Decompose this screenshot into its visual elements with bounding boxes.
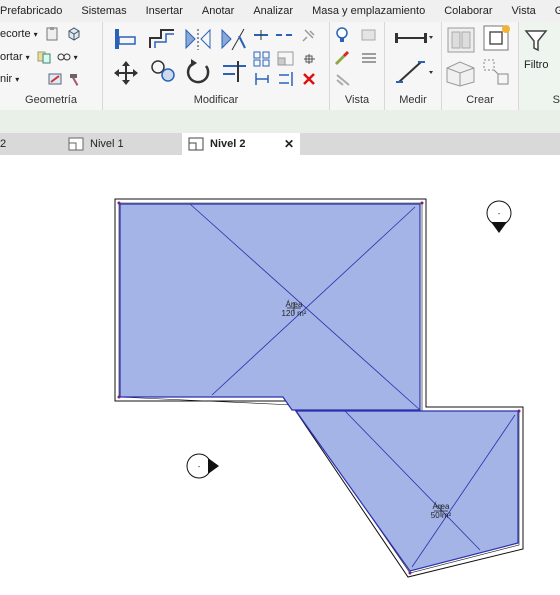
group-vista: Vista: [330, 22, 385, 110]
dropdown-arrow-icon: ▾: [33, 29, 38, 39]
override-icon[interactable]: [334, 71, 352, 89]
offset-icon[interactable]: [147, 26, 177, 52]
menu-prefabricado[interactable]: Prefabricado: [0, 5, 62, 17]
options-bar: [0, 110, 560, 134]
rotate-icon[interactable]: [185, 58, 213, 86]
group-medir: Medir: [385, 22, 442, 110]
filter-icon[interactable]: [523, 28, 549, 54]
area-tag-1-name: Área: [286, 300, 303, 309]
scale-icon[interactable]: [277, 51, 295, 67]
unir-tool[interactable]: nir ▾: [0, 71, 83, 87]
area-tag-2-value: 50 m²: [431, 511, 452, 520]
cube-icon: [68, 27, 80, 41]
area-region-1[interactable]: [119, 203, 421, 411]
group-crear: Crear: [442, 22, 519, 110]
measure-distance-icon[interactable]: [393, 30, 433, 46]
cortar-label: ortar: [0, 51, 23, 63]
tab-nivel-2[interactable]: Nivel 2 ✕: [182, 133, 300, 155]
tab-nivel-1[interactable]: Nivel 1: [62, 133, 180, 155]
mirror-axis-icon[interactable]: [183, 26, 213, 52]
unpin-icon[interactable]: [301, 51, 319, 67]
delete-icon[interactable]: [301, 71, 319, 87]
tab-partial-label: 2: [0, 138, 7, 150]
dropdown-arrow-icon: ▾: [73, 52, 78, 62]
create-part-icon[interactable]: [482, 24, 512, 54]
area-tag-2[interactable]: Área 50 m²: [431, 502, 452, 520]
cortar-tool[interactable]: ortar ▾ ▾: [0, 49, 78, 65]
align-icon[interactable]: [111, 26, 141, 52]
corner-grip[interactable]: [408, 571, 412, 575]
recortar-label: ecorte: [0, 28, 31, 40]
group-label-crear: Crear: [466, 94, 494, 106]
dropdown-arrow-icon: ▾: [15, 74, 20, 84]
create-group-icon[interactable]: [446, 26, 476, 54]
drawing-canvas[interactable]: Área 120 m² Área 50 m² - -: [0, 155, 560, 590]
array-icon[interactable]: [253, 51, 271, 67]
filter-label[interactable]: Filtro: [524, 59, 548, 71]
trim-extend-icon[interactable]: [220, 58, 250, 84]
plan-view[interactable]: Área 120 m² Área 50 m² - -: [0, 155, 560, 590]
group-modificar: Modificar: [103, 22, 330, 110]
tab-partial[interactable]: 2: [0, 133, 60, 155]
unir-label: nir: [0, 73, 13, 85]
split-icon[interactable]: [253, 28, 269, 42]
join-icon: [37, 51, 51, 64]
hide-element-icon[interactable]: [360, 26, 378, 44]
menu-bar: Prefabricado Sistemas Insertar Anotar An…: [0, 0, 560, 22]
area-tag-1-value: 120 m²: [282, 309, 307, 318]
area-tag-2-name: Área: [433, 502, 450, 511]
menu-analizar[interactable]: Analizar: [253, 5, 293, 17]
copy-icon[interactable]: [149, 58, 177, 84]
dimension-icon[interactable]: [393, 60, 433, 86]
menu-anotar[interactable]: Anotar: [202, 5, 234, 17]
hammer-icon: [70, 74, 79, 86]
menu-colaborar[interactable]: Colaborar: [444, 5, 492, 17]
corner-grip[interactable]: [117, 395, 121, 399]
menu-insertar[interactable]: Insertar: [146, 5, 183, 17]
group-label-vista: Vista: [344, 94, 370, 106]
paint-icon: [48, 73, 62, 85]
trim-multiple-icon[interactable]: [253, 71, 271, 87]
tab-nivel-2-label: Nivel 2: [210, 138, 246, 150]
split-gap-icon[interactable]: [275, 28, 293, 42]
view-tabs: 2 Nivel 1 Nivel 2 ✕: [0, 133, 560, 156]
floor-plan-icon: [68, 137, 84, 151]
paintbrush-icon[interactable]: [334, 49, 352, 67]
dropdown-arrow-icon: ▾: [25, 52, 30, 62]
menu-sistemas[interactable]: Sistemas: [81, 5, 126, 17]
area-region-2[interactable]: [294, 410, 519, 572]
similar-icon[interactable]: [482, 58, 512, 88]
corner-grip[interactable]: [420, 201, 424, 205]
group-label-medir: Medir: [399, 94, 427, 106]
recortar-tool[interactable]: ecorte ▾: [0, 26, 82, 42]
corner-grip[interactable]: [117, 201, 121, 205]
extend-multiple-icon[interactable]: [277, 71, 295, 87]
lightbulb-icon[interactable]: [334, 26, 352, 44]
move-icon[interactable]: [113, 60, 139, 86]
group-label-geometria: Geometría: [25, 94, 77, 106]
group-label-modificar: Modificar: [193, 94, 239, 106]
tab-nivel-1-label: Nivel 1: [90, 138, 124, 150]
menu-vista[interactable]: Vista: [512, 5, 536, 17]
group-geometria: ecorte ▾ ortar ▾ ▾ nir ▾ Geometría: [0, 22, 103, 110]
corner-grip[interactable]: [517, 409, 521, 413]
ribbon: ecorte ▾ ortar ▾ ▾ nir ▾ Geometría Modif…: [0, 22, 560, 111]
group-label-next: S: [552, 94, 560, 106]
paste-icon: [46, 27, 58, 41]
link-icon: [57, 53, 71, 61]
pin-icon[interactable]: [301, 28, 317, 42]
elevation-marker-top[interactable]: -: [486, 200, 512, 233]
menu-masa-emplazamiento[interactable]: Masa y emplazamiento: [312, 5, 425, 17]
menu-ge[interactable]: Ge: [555, 5, 560, 17]
elevation-marker-left[interactable]: -: [186, 453, 219, 479]
assembly-icon[interactable]: [444, 58, 478, 88]
group-seleccion: Filtro S: [519, 22, 560, 110]
close-tab-icon[interactable]: ✕: [284, 137, 294, 151]
mirror-draw-icon[interactable]: [219, 26, 249, 52]
linework-icon[interactable]: [360, 49, 378, 67]
floor-plan-icon: [188, 137, 204, 151]
